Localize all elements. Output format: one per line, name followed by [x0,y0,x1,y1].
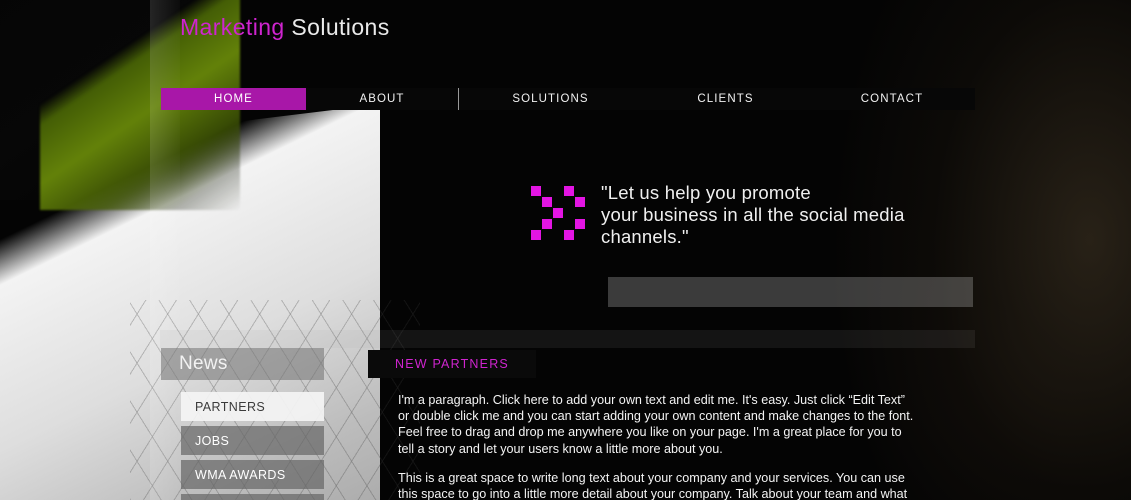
nav-item-home[interactable]: HOME [161,88,306,110]
nav-item-clients[interactable]: CLIENTS [642,88,809,110]
content-paragraph: I'm a paragraph. Click here to add your … [398,393,914,456]
pixel-block [575,197,585,207]
pixel-arrow-icon [531,186,587,240]
background-gray-strip [160,330,975,348]
pixel-block [531,186,541,196]
logo-secondary-text: Solutions [284,14,390,40]
sidebar-title: News [161,348,324,380]
sidebar-list: PARTNERS JOBS WMA AWARDS [161,392,324,500]
site-logo[interactable]: Marketing Solutions [180,14,390,41]
sidebar-item-empty[interactable] [181,494,324,500]
main-navigation[interactable]: HOME ABOUT SOLUTIONS CLIENTS CONTACT [161,88,975,110]
sidebar-item-jobs[interactable]: JOBS [181,426,324,455]
content-banner-heading: NEW PARTNERS [368,350,536,378]
hero-section: "Let us help you promote your business i… [531,182,905,248]
pixel-block [564,230,574,240]
pixel-block [542,219,552,229]
content-paragraph: This is a great space to write long text… [398,470,908,500]
page-root: Marketing Solutions HOME ABOUT SOLUTIONS CL… [0,0,1131,500]
nav-item-about[interactable]: ABOUT [306,88,458,110]
hero-quote-text: "Let us help you promote your business i… [601,182,905,247]
pixel-block [531,230,541,240]
background-gray-panel [608,277,973,307]
content-body: I'm a paragraph. Click here to add your … [368,392,975,500]
pixel-block [553,208,563,218]
pixel-block [564,186,574,196]
nav-item-solutions[interactable]: SOLUTIONS [459,88,642,110]
nav-item-contact[interactable]: CONTACT [809,88,975,110]
pixel-block [575,219,585,229]
pixel-block [542,197,552,207]
news-sidebar: News PARTNERS JOBS WMA AWARDS [161,348,324,500]
logo-primary-text: Marketing [180,14,285,40]
main-content: NEW PARTNERS I'm a paragraph. Click here… [368,350,975,500]
site-header: Marketing Solutions [0,0,1131,78]
sidebar-item-wma-awards[interactable]: WMA AWARDS [181,460,324,489]
sidebar-item-partners[interactable]: PARTNERS [181,392,324,421]
